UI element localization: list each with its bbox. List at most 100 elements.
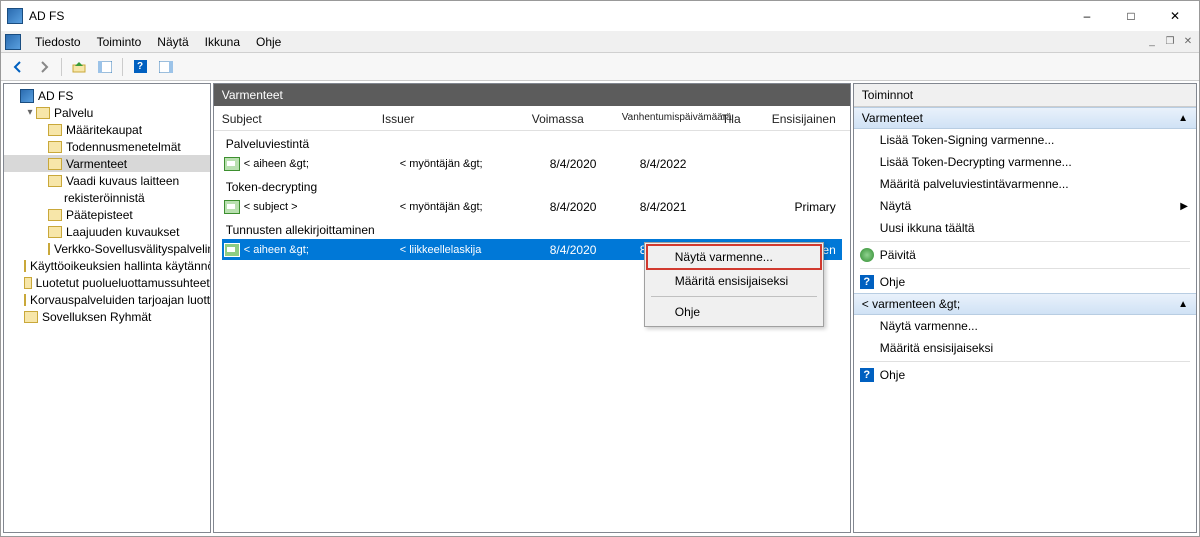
group-title: Tunnusten allekirjoittaminen — [222, 221, 842, 239]
ctx-view-certificate[interactable]: Näytä varmenne... — [647, 245, 821, 269]
action-set-service-comm[interactable]: Määritä palveluviestintävarmenne... — [854, 173, 1196, 195]
center-header: Varmenteet — [214, 84, 850, 106]
nav-forward-button[interactable] — [33, 56, 55, 78]
collapse-icon: ▲ — [1178, 299, 1188, 310]
nav-tree[interactable]: AD FS ▾Palvelu Määritekaupat Todennusmen… — [4, 87, 210, 325]
cert-row[interactable]: < aiheen &gt; < myöntäjän &gt; 8/4/2020 … — [222, 153, 842, 174]
separator — [860, 268, 1190, 269]
action-set-primary[interactable]: Määritä ensisijaiseksi — [854, 337, 1196, 359]
help-icon: ? — [860, 368, 874, 382]
tree-item-endpoints[interactable]: Päätepisteet — [4, 206, 210, 223]
mmc-icon — [5, 34, 21, 50]
action-view-certificate[interactable]: Näytä varmenne... — [854, 315, 1196, 337]
actions-pane: Toiminnot Varmenteet▲ Lisää Token-Signin… — [853, 83, 1197, 533]
tree-item-device-reg-line2[interactable]: rekisteröinnistä — [4, 189, 210, 206]
folder-icon — [24, 294, 26, 306]
collapse-icon: ▲ — [1178, 113, 1188, 124]
certificate-icon — [224, 157, 240, 171]
tree-item-access-control[interactable]: Käyttöoikeuksien hallinta käytännöt — [4, 257, 210, 274]
folder-icon — [24, 277, 32, 289]
show-hide-tree-button[interactable] — [94, 56, 116, 78]
mdi-restore[interactable]: ❐ — [1161, 32, 1179, 50]
folder-icon — [24, 311, 38, 323]
mdi-controls: _ ❐ ✕ — [1143, 32, 1197, 50]
adfs-icon — [20, 89, 34, 103]
chevron-right-icon: ▶ — [1180, 201, 1188, 212]
action-help-2[interactable]: ?Ohje — [854, 364, 1196, 386]
separator — [860, 241, 1190, 242]
group-token-decrypting: Token-decrypting < subject > < myöntäjän… — [214, 174, 850, 217]
certificate-icon — [224, 200, 240, 214]
up-button[interactable] — [68, 56, 90, 78]
actions-header: Toiminnot — [854, 84, 1196, 107]
show-hide-action-button[interactable] — [155, 56, 177, 78]
minimize-button[interactable]: – — [1065, 2, 1109, 30]
col-status[interactable]: Tila — [722, 112, 772, 126]
folder-icon — [48, 243, 50, 255]
col-effective[interactable]: Voimassa — [532, 112, 622, 126]
menu-window[interactable]: Ikkuna — [197, 33, 248, 51]
tree-item-claims-provider[interactable]: Korvauspalveluiden tarjoajan luottamus — [4, 291, 210, 308]
certificate-icon — [224, 243, 240, 257]
context-menu: Näytä varmenne... Määritä ensisijaiseksi… — [644, 242, 824, 327]
menu-action[interactable]: Toiminto — [89, 33, 150, 51]
window-title: AD FS — [29, 9, 1065, 23]
action-add-token-decrypting[interactable]: Lisää Token-Decrypting varmenne... — [854, 151, 1196, 173]
mdi-close[interactable]: ✕ — [1179, 32, 1197, 50]
tree-pane: AD FS ▾Palvelu Määritekaupat Todennusmen… — [3, 83, 211, 533]
group-title: Palveluviestintä — [222, 135, 842, 153]
folder-icon — [48, 226, 62, 238]
toolbar: ? — [1, 53, 1199, 81]
mdi-minimize[interactable]: _ — [1143, 32, 1161, 50]
tree-root[interactable]: AD FS — [4, 87, 210, 104]
close-button[interactable]: ✕ — [1153, 2, 1197, 30]
help-icon: ? — [860, 275, 874, 289]
expand-icon[interactable]: ▾ — [24, 107, 36, 118]
col-expiration[interactable]: Vanhentumispäivämäärä — [622, 112, 722, 126]
title-bar: AD FS – □ ✕ — [1, 1, 1199, 31]
folder-icon — [48, 158, 62, 170]
tree-item-webapp-proxy[interactable]: Verkko-Sovellusvälityspalvelin — [4, 240, 210, 257]
center-pane: Varmenteet Subject Issuer Voimassa Vanhe… — [213, 83, 851, 533]
ctx-separator — [651, 296, 817, 297]
menu-bar: Tiedosto Toiminto Näytä Ikkuna Ohje _ ❐ … — [1, 31, 1199, 53]
tree-item-relying-party[interactable]: Luotetut puolueluottamussuhteet — [4, 274, 210, 291]
cert-row[interactable]: < subject > < myöntäjän &gt; 8/4/2020 8/… — [222, 196, 842, 217]
column-headers: Subject Issuer Voimassa Vanhentumispäivä… — [214, 106, 850, 131]
col-issuer[interactable]: Issuer — [382, 112, 532, 126]
toolbar-separator — [122, 58, 123, 76]
maximize-button[interactable]: □ — [1109, 2, 1153, 30]
action-view[interactable]: Näytä▶ — [854, 195, 1196, 217]
tree-item-app-groups[interactable]: Sovelluksen Ryhmät — [4, 308, 210, 325]
action-new-window[interactable]: Uusi ikkuna täältä — [854, 217, 1196, 239]
folder-icon — [24, 260, 26, 272]
tree-item-attribute-stores[interactable]: Määritekaupat — [4, 121, 210, 138]
tree-item-device-reg[interactable]: Vaadi kuvaus laitteen — [4, 172, 210, 189]
tree-item-auth-methods[interactable]: Todennusmenetelmät — [4, 138, 210, 155]
menu-file[interactable]: Tiedosto — [27, 33, 89, 51]
ctx-set-primary[interactable]: Määritä ensisijaiseksi — [647, 269, 821, 293]
folder-icon — [48, 209, 62, 221]
tree-service[interactable]: ▾Palvelu — [4, 104, 210, 121]
action-add-token-signing[interactable]: Lisää Token-Signing varmenne... — [854, 129, 1196, 151]
nav-back-button[interactable] — [7, 56, 29, 78]
menu-view[interactable]: Näytä — [149, 33, 196, 51]
col-primary[interactable]: Ensisijainen — [772, 112, 842, 126]
actions-section-certificates[interactable]: Varmenteet▲ — [854, 107, 1196, 129]
group-title: Token-decrypting — [222, 178, 842, 196]
folder-icon — [48, 124, 62, 136]
tree-item-certificates[interactable]: Varmenteet — [4, 155, 210, 172]
group-service-comm: Palveluviestintä < aiheen &gt; < myöntäj… — [214, 131, 850, 174]
action-refresh[interactable]: Päivitä — [854, 244, 1196, 266]
app-icon — [7, 8, 23, 24]
tree-item-scope-desc[interactable]: Laajuuden kuvaukset — [4, 223, 210, 240]
refresh-icon — [860, 248, 874, 262]
help-button[interactable]: ? — [129, 56, 151, 78]
actions-section-selected-cert[interactable]: < varmenteen &gt;▲ — [854, 293, 1196, 315]
col-subject[interactable]: Subject — [222, 112, 382, 126]
ctx-help[interactable]: Ohje — [647, 300, 821, 324]
folder-icon — [36, 107, 50, 119]
main-area: AD FS ▾Palvelu Määritekaupat Todennusmen… — [1, 81, 1199, 535]
action-help[interactable]: ?Ohje — [854, 271, 1196, 293]
menu-help[interactable]: Ohje — [248, 33, 289, 51]
